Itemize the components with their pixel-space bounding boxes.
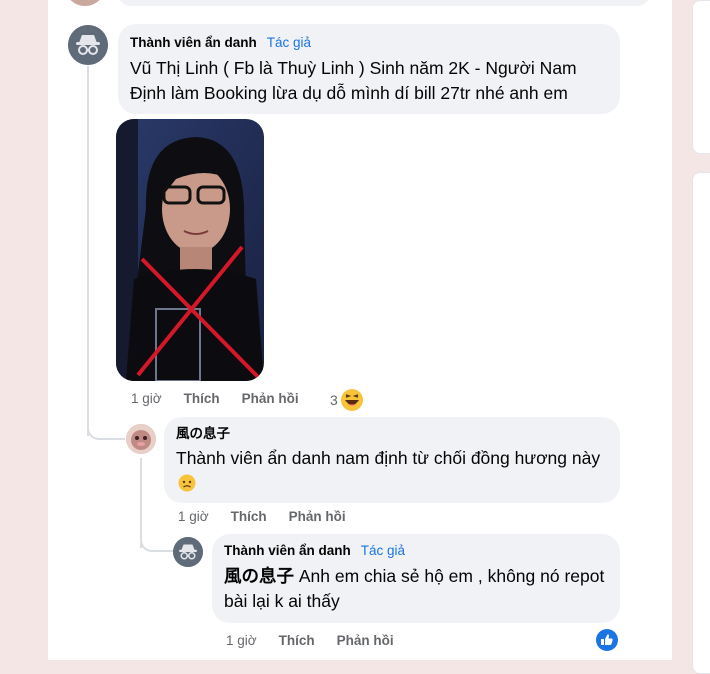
reaction-count: 3 (330, 392, 338, 408)
comment-photo[interactable] (116, 119, 264, 381)
reply-button[interactable]: Phản hồi (289, 509, 346, 524)
comment-text: Vũ Thị Linh ( Fb là Thuỳ Linh ) Sinh năm… (130, 58, 577, 103)
author-badge: Tác giả (360, 543, 406, 558)
like-button[interactable]: Thích (184, 391, 220, 406)
thread-line (87, 66, 89, 436)
side-card (692, 172, 710, 674)
reply-meta: 1 giờ Thích Phản hồi (226, 633, 416, 648)
avatar-anonymous[interactable] (173, 537, 203, 567)
thread-connector (87, 400, 125, 440)
thread-connector (140, 520, 174, 552)
timestamp[interactable]: 1 giờ (226, 633, 257, 648)
reply-author[interactable]: 風の息子 (176, 425, 608, 443)
reply-bubble: 風の息子 Thành viên ẩn danh nam định từ chối… (164, 417, 620, 503)
previous-comment-bubble (118, 0, 650, 6)
reply-button[interactable]: Phản hồi (242, 391, 299, 406)
reply-author[interactable]: Thành viên ẩn danh (224, 543, 351, 558)
timestamp[interactable]: 1 giờ (178, 509, 209, 524)
like-icon (596, 629, 618, 651)
like-button[interactable]: Thích (231, 509, 267, 524)
comment-bubble: Thành viên ẩn danh Tác giả Vũ Thị Linh ( … (118, 24, 620, 114)
anonymous-icon (68, 25, 108, 65)
avatar-anonymous[interactable] (68, 25, 108, 65)
mention-link[interactable]: 風の息子 (224, 566, 294, 586)
comment-meta: 1 giờ Thích Phản hồi (131, 391, 321, 406)
like-button[interactable]: Thích (279, 633, 315, 648)
reply-bubble: Thành viên ẩn danh Tác giả 風の息子 Anh em ch… (212, 534, 620, 623)
photo-image (116, 119, 264, 381)
sad-face-emoji-icon (178, 474, 196, 492)
reaction-summary[interactable] (596, 629, 618, 656)
comment-author[interactable]: Thành viên ẩn danh (130, 35, 257, 50)
laughing-emoji-icon (340, 389, 363, 411)
reply-button[interactable]: Phản hồi (337, 633, 394, 648)
author-badge: Tác giả (266, 35, 312, 50)
reaction-summary[interactable]: 3 (330, 388, 364, 412)
reply-text: Thành viên ẩn danh nam định từ chối đồng… (176, 448, 601, 468)
avatar-image (126, 424, 156, 454)
timestamp[interactable]: 1 giờ (131, 391, 162, 406)
avatar-user[interactable] (126, 424, 156, 454)
reply-meta: 1 giờ Thích Phản hồi (178, 509, 368, 524)
anonymous-icon (173, 537, 203, 567)
side-card (692, 0, 710, 154)
